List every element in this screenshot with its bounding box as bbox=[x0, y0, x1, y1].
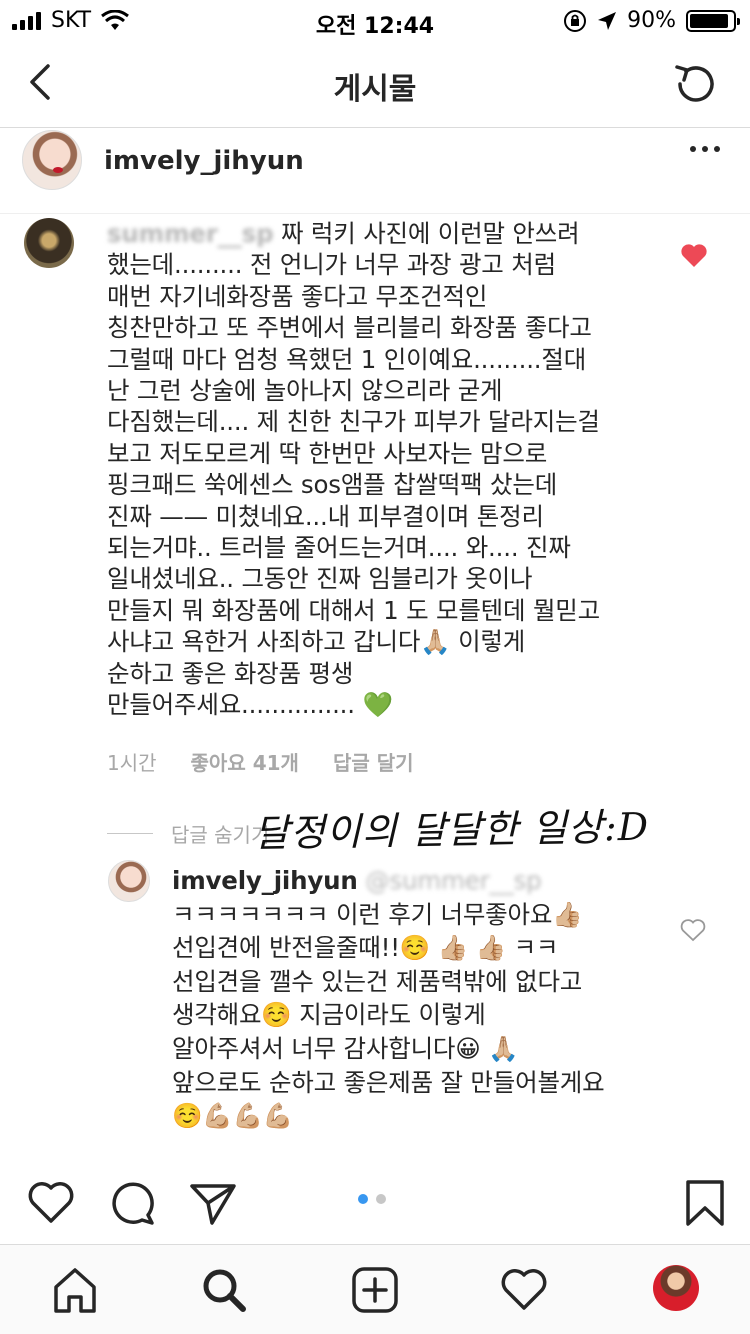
reply-heart-icon bbox=[680, 919, 706, 942]
commenter-username: summer__sp bbox=[107, 219, 274, 248]
reply-line: 생각해요☺️ 지금이라도 이렇게 bbox=[172, 1000, 486, 1030]
comment-time: 1시간 bbox=[107, 751, 157, 775]
post-username[interactable]: imvely_jihyun bbox=[104, 146, 304, 176]
more-options-icon[interactable] bbox=[690, 146, 720, 152]
status-bar: SKT 오전 12:44 90% bbox=[0, 0, 750, 40]
page-title: 게시물 bbox=[333, 72, 417, 107]
reply-mention: @summer__sp bbox=[365, 866, 542, 895]
comment-line: 했는데......... 전 언니가 너무 과장 광고 처럼 bbox=[107, 250, 556, 280]
heart-icon[interactable] bbox=[26, 1178, 76, 1228]
comment-icon[interactable] bbox=[108, 1178, 158, 1228]
post-actions bbox=[0, 1164, 750, 1240]
comment-line: 난 그런 상술에 놀아나지 않으리라 굳게 bbox=[107, 376, 503, 406]
bookmark-icon[interactable] bbox=[680, 1178, 730, 1228]
reply-line: 선입견에 반전을줄때!!☺️ 👍🏼 👍🏼 ㅋㅋ bbox=[172, 933, 559, 963]
comment-line: 되는거먀.. 트러블 줄어드는거며.... 와.... 진짜 bbox=[107, 533, 571, 563]
profile-avatar[interactable] bbox=[653, 1265, 699, 1311]
reply-line: 알아주셔서 너무 감사합니다😀 🙏🏼 bbox=[172, 1033, 519, 1063]
divider bbox=[107, 833, 153, 834]
comment-line: 다짐했는데.... 제 친한 친구가 피부가 달라지는걸 bbox=[107, 407, 600, 437]
reply-username: imvely_jihyun bbox=[172, 866, 358, 895]
reply-link: 답글 달기 bbox=[332, 751, 414, 775]
tab-bar bbox=[0, 1244, 750, 1334]
post-header: imvely_jihyun bbox=[0, 128, 750, 214]
nav-bar: 게시물 bbox=[0, 40, 750, 128]
status-right: 90% bbox=[563, 8, 740, 33]
carousel-dot bbox=[376, 1194, 386, 1204]
battery-percent: 90% bbox=[627, 8, 676, 33]
comment-line: 그럴때 마다 엄청 욕했던 1 인이예요.........절대 bbox=[107, 344, 587, 374]
battery-icon bbox=[686, 9, 740, 32]
comment-line-text: 짜 럭키 사진에 이런말 안쓰려 bbox=[281, 219, 580, 248]
comment-line: 칭찬만하고 또 주변에서 블리블리 화장품 좋다고 bbox=[107, 313, 592, 343]
reply-line: imvely_jihyun @summer__sp bbox=[172, 864, 652, 898]
activity-heart-icon[interactable] bbox=[499, 1265, 549, 1315]
reply-text: imvely_jihyun @summer__sp ㅋㅋㅋㅋㅋㅋㅋ 이런 후기 … bbox=[172, 864, 652, 1133]
add-post-icon[interactable] bbox=[350, 1265, 400, 1315]
hide-replies: 답글 숨기기 bbox=[107, 819, 269, 848]
comment-likes: 좋아요 41개 bbox=[190, 751, 299, 775]
send-icon[interactable] bbox=[188, 1178, 238, 1228]
comment-line: 만들어주세요............... 💚 bbox=[107, 690, 393, 720]
home-icon[interactable] bbox=[50, 1265, 100, 1315]
carousel-indicator bbox=[358, 1194, 386, 1204]
reply-line: 앞으로도 순하고 좋은제품 잘 만들어볼게요 bbox=[172, 1067, 605, 1097]
comment-text: summer__sp 짜 럭키 사진에 이런말 안쓰려 했는데.........… bbox=[107, 218, 667, 721]
comment-line: 매번 자기네화장품 좋다고 무조건적인 bbox=[107, 281, 488, 311]
reply-line: ㅋㅋㅋㅋㅋㅋㅋ 이런 후기 너무좋아요👍🏼 bbox=[172, 899, 583, 929]
avatar[interactable] bbox=[22, 130, 82, 190]
reply-line: 선입견을 깰수 있는건 제품력밖에 없다고 bbox=[172, 966, 583, 996]
orientation-lock-icon bbox=[564, 9, 587, 32]
comment-line: summer__sp 짜 럭키 사진에 이런말 안쓰려 bbox=[107, 218, 667, 249]
refresh-icon[interactable] bbox=[670, 58, 722, 110]
comment-line: 보고 저도모르게 딱 한번만 사보자는 맘으로 bbox=[107, 438, 548, 468]
comment-line: 진짜 —— 미쳤네요...내 피부결이며 톤정리 bbox=[107, 501, 544, 531]
comment-line: 만들지 뭐 화장품에 대해서 1 도 모를텐데 뭘믿고 bbox=[107, 595, 600, 625]
search-icon[interactable] bbox=[199, 1265, 249, 1315]
liked-heart-icon bbox=[681, 244, 707, 267]
carousel-dot-active bbox=[358, 1194, 368, 1204]
comment-line: 일내셨네요.. 그동안 진짜 임블리가 옷이나 bbox=[107, 564, 533, 594]
commenter-avatar bbox=[24, 218, 74, 268]
comment-line: 핑크패드 쑥에센스 sos앰플 찹쌀떡팩 샀는데 bbox=[107, 470, 558, 500]
post-image: summer__sp 짜 럭키 사진에 이런말 안쓰려 했는데.........… bbox=[0, 214, 750, 1164]
location-arrow-icon bbox=[598, 11, 617, 30]
comment-meta: 1시간 좋아요 41개 답글 달기 bbox=[107, 747, 414, 776]
reply-line: ☺️💪🏼💪🏼💪🏼 bbox=[172, 1101, 294, 1131]
comment-line: 순하고 좋은 화장품 평생 bbox=[107, 658, 354, 688]
battery-fill bbox=[690, 13, 728, 28]
comment-line: 사냐고 욕한거 사죄하고 갑니다🙏🏼 이렇게 bbox=[107, 627, 526, 657]
reply-avatar bbox=[108, 860, 150, 902]
overlay-caption: 달정이의 달달한 일상:D bbox=[253, 804, 650, 856]
